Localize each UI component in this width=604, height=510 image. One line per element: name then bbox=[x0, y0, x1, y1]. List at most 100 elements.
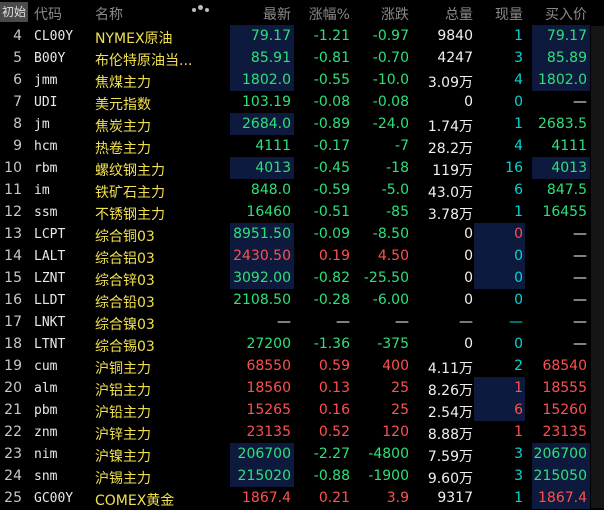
row-volume: 119万 bbox=[432, 163, 473, 179]
table-row[interactable]: 12 ssm 不锈钢主力 16460 -0.51 -85 3.78万 1 16455 bbox=[0, 201, 604, 223]
row-code: rbm bbox=[34, 161, 58, 176]
table-row[interactable]: 6 jmm 焦煤主力 1802.0 -0.55 -10.0 3.09万 4 1802.0 bbox=[0, 69, 604, 91]
table-row[interactable]: 10 rbm 螺纹钢主力 4013 -0.45 -18 119万 16 4013 bbox=[0, 157, 604, 179]
row-last: 848.0 bbox=[250, 182, 291, 198]
row-pct: -0.55 bbox=[313, 72, 350, 88]
row-pct: -0.88 bbox=[313, 468, 350, 484]
row-code: znm bbox=[34, 425, 58, 440]
row-code: hcm bbox=[34, 139, 58, 154]
row-pct: -0.28 bbox=[313, 292, 350, 308]
row-now-volume: 3 bbox=[514, 446, 523, 462]
table-row[interactable]: 9 hcm 热卷主力 4111 -0.17 -7 28.2万 4 4111 bbox=[0, 135, 604, 157]
row-volume: 3.09万 bbox=[427, 75, 473, 91]
row-last: 215020 bbox=[237, 468, 291, 484]
table-row[interactable]: 25 GC00Y COMEX黄金 1867.4 0.21 3.9 9317 1 1867.4 bbox=[0, 487, 604, 509]
row-change: — bbox=[395, 314, 409, 330]
table-row[interactable]: 22 znm 沪锌主力 23135 0.52 120 8.88万 1 23135 bbox=[0, 421, 604, 443]
row-now-volume: 6 bbox=[514, 402, 523, 418]
row-volume: 4.11万 bbox=[427, 361, 473, 377]
row-now-volume: 4 bbox=[514, 138, 523, 154]
header-bid[interactable]: 买入价 bbox=[545, 4, 587, 24]
row-code: LLDT bbox=[34, 293, 66, 308]
row-now-volume: 0 bbox=[514, 94, 523, 110]
row-last: 27200 bbox=[246, 336, 291, 352]
row-change: -6.00 bbox=[372, 292, 409, 308]
row-pct: -0.81 bbox=[313, 50, 350, 66]
row-pct: -0.08 bbox=[313, 94, 350, 110]
row-change: 3.9 bbox=[386, 490, 409, 506]
row-now-volume: 1 bbox=[514, 424, 523, 440]
row-last: 79.17 bbox=[250, 28, 291, 44]
table-row[interactable]: 15 LZNT 综合锌03 3092.00 -0.82 -25.50 0 0 — bbox=[0, 267, 604, 289]
row-last: 4013 bbox=[255, 160, 291, 176]
table-row[interactable]: 7 UDI 美元指数 103.19 -0.08 -0.08 0 0 — bbox=[0, 91, 604, 113]
row-volume: 4247 bbox=[437, 50, 473, 66]
row-volume: 9.60万 bbox=[427, 471, 473, 487]
row-index: 17 bbox=[4, 314, 22, 330]
table-row[interactable]: 23 nim 沪镍主力 206700 -2.27 -4800 7.59万 3 206700 bbox=[0, 443, 604, 465]
row-index: 13 bbox=[4, 226, 22, 242]
row-index: 18 bbox=[4, 336, 22, 352]
row-pct: -2.27 bbox=[313, 446, 350, 462]
initial-tab[interactable]: 初始 bbox=[0, 2, 28, 22]
row-pct: -0.17 bbox=[313, 138, 350, 154]
row-bid: — bbox=[573, 94, 587, 110]
row-change: -4800 bbox=[368, 446, 409, 462]
header-volume[interactable]: 总量 bbox=[445, 4, 473, 24]
vertical-scrollbar[interactable] bbox=[591, 26, 604, 508]
row-name: 焦煤主力 bbox=[95, 75, 151, 91]
row-code: im bbox=[34, 183, 50, 198]
row-pct: 0.52 bbox=[318, 424, 350, 440]
table-row[interactable]: 20 alm 沪铝主力 18560 0.13 25 8.26万 1 18555 bbox=[0, 377, 604, 399]
row-last: 2430.50 bbox=[233, 248, 291, 264]
row-volume: 7.59万 bbox=[427, 449, 473, 465]
header-pct[interactable]: 涨幅% bbox=[309, 4, 350, 24]
row-name: 沪锌主力 bbox=[95, 427, 151, 443]
row-change: -85 bbox=[386, 204, 409, 220]
header-code[interactable]: 代码 bbox=[34, 4, 62, 24]
table-row[interactable]: 14 LALT 综合铝03 2430.50 0.19 4.50 0 0 — bbox=[0, 245, 604, 267]
gear-icon[interactable] bbox=[192, 4, 214, 16]
row-bid: 68540 bbox=[542, 358, 587, 374]
row-code: CL00Y bbox=[34, 29, 74, 44]
row-bid: — bbox=[573, 226, 587, 242]
row-volume: 43.0万 bbox=[427, 185, 473, 201]
table-row[interactable]: 21 pbm 沪铅主力 15265 0.16 25 2.54万 6 15260 bbox=[0, 399, 604, 421]
row-change: -375 bbox=[377, 336, 409, 352]
row-name: 焦炭主力 bbox=[95, 119, 151, 135]
row-now-volume: 4 bbox=[514, 72, 523, 88]
row-index: 15 bbox=[4, 270, 22, 286]
row-change: 4.50 bbox=[377, 248, 409, 264]
table-row[interactable]: 16 LLDT 综合铅03 2108.50 -0.28 -6.00 0 0 — bbox=[0, 289, 604, 311]
row-name: NYMEX原油 bbox=[95, 31, 173, 47]
table-row[interactable]: 8 jm 焦炭主力 2684.0 -0.89 -24.0 1.74万 1 2683.5 bbox=[0, 113, 604, 135]
row-change: -0.70 bbox=[372, 50, 409, 66]
table-row[interactable]: 17 LNKT 综合镍03 — — — — — — bbox=[0, 311, 604, 333]
header-last[interactable]: 最新 bbox=[263, 4, 291, 24]
row-last: — bbox=[277, 314, 291, 330]
row-last: 8951.50 bbox=[233, 226, 291, 242]
table-row[interactable]: 4 CL00Y NYMEX原油 79.17 -1.21 -0.97 9840 1 79.17 bbox=[0, 25, 604, 47]
header-now-volume[interactable]: 现量 bbox=[495, 4, 523, 24]
row-index: 14 bbox=[4, 248, 22, 264]
row-last: 18560 bbox=[246, 380, 291, 396]
header-change[interactable]: 涨跌 bbox=[381, 4, 409, 24]
row-name: 布伦特原油当... bbox=[95, 53, 193, 69]
table-row[interactable]: 24 snm 沪锡主力 215020 -0.88 -1900 9.60万 3 215050 bbox=[0, 465, 604, 487]
row-index: 16 bbox=[4, 292, 22, 308]
row-now-volume: 2 bbox=[514, 358, 523, 374]
table-row[interactable]: 13 LCPT 综合铜03 8951.50 -0.09 -8.50 0 0 — bbox=[0, 223, 604, 245]
table-row[interactable]: 5 B00Y 布伦特原油当... 85.91 -0.81 -0.70 4247 3 85.89 bbox=[0, 47, 604, 69]
row-last: 3092.00 bbox=[233, 270, 291, 286]
row-index: 12 bbox=[4, 204, 22, 220]
row-name: 综合锡03 bbox=[95, 339, 155, 355]
table-row[interactable]: 18 LTNT 综合锡03 27200 -1.36 -375 0 0 — bbox=[0, 333, 604, 355]
row-volume: 0 bbox=[464, 226, 473, 242]
row-bid: 2683.5 bbox=[538, 116, 587, 132]
header-name[interactable]: 名称 bbox=[95, 4, 123, 24]
row-now-volume: 1 bbox=[514, 490, 523, 506]
row-bid: 215050 bbox=[533, 468, 587, 484]
table-row[interactable]: 19 cum 沪铜主力 68550 0.59 400 4.11万 2 68540 bbox=[0, 355, 604, 377]
table-row[interactable]: 11 im 铁矿石主力 848.0 -0.59 -5.0 43.0万 6 847.5 bbox=[0, 179, 604, 201]
row-code: nim bbox=[34, 447, 58, 462]
